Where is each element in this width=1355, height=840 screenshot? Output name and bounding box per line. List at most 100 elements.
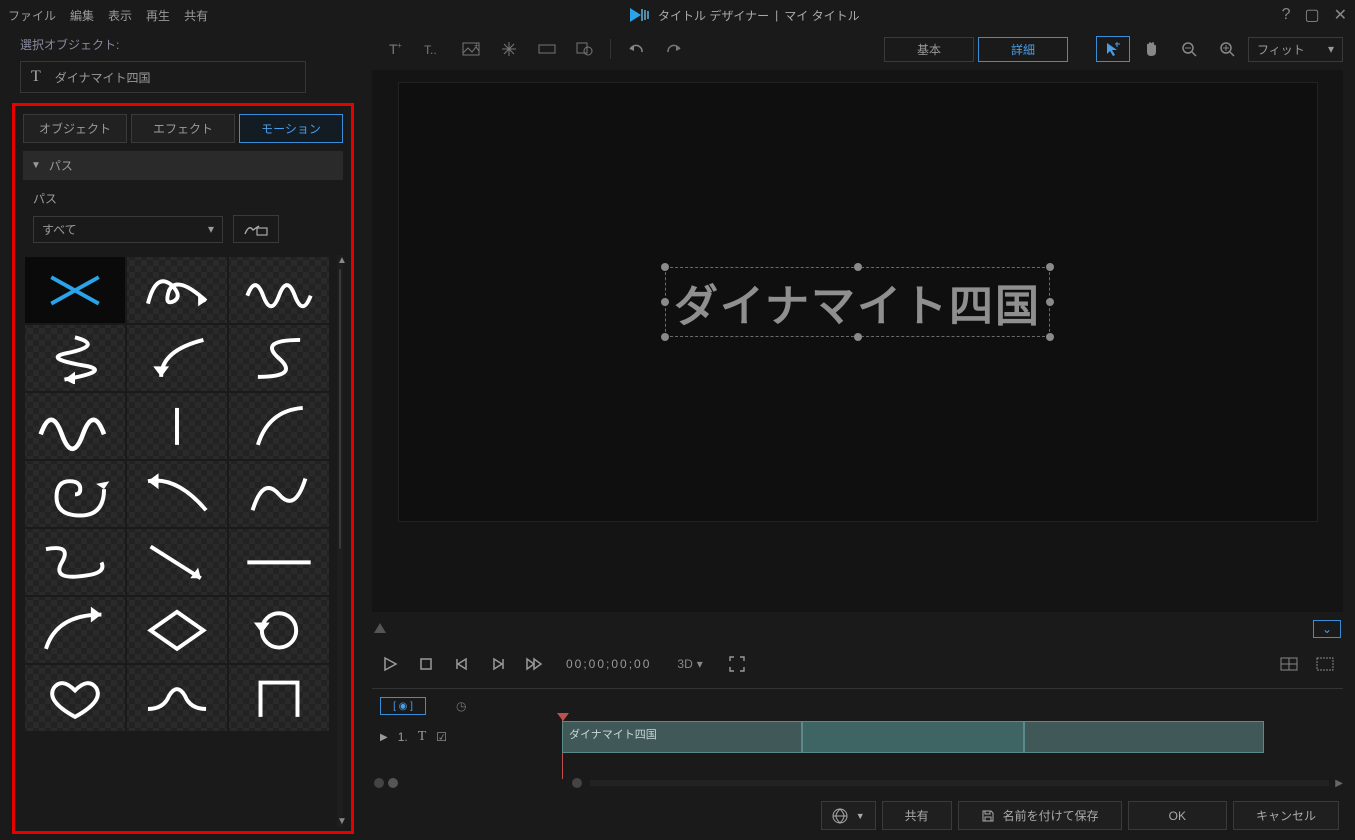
clip-segment-out[interactable] xyxy=(1024,721,1264,753)
insert-backdrop-button[interactable] xyxy=(530,36,564,62)
maximize-icon[interactable]: ▢ xyxy=(1304,5,1319,25)
scroll-down-icon[interactable]: ▼ xyxy=(337,816,343,827)
fast-forward-button[interactable] xyxy=(522,652,546,676)
menu-share[interactable]: 共有 xyxy=(184,7,208,24)
zoom-out-button[interactable] xyxy=(1172,36,1206,62)
help-icon[interactable]: ? xyxy=(1282,6,1291,24)
path-section-header[interactable]: ▼ パス xyxy=(23,151,343,180)
insert-image-button[interactable]: + xyxy=(454,36,488,62)
stop-button[interactable] xyxy=(414,652,438,676)
path-preset-n-curve[interactable] xyxy=(229,461,329,527)
path-preset-zigzag-down[interactable] xyxy=(25,325,125,391)
path-section-title: パス xyxy=(49,157,73,174)
zoom-fit-dropdown[interactable]: フィット ▾ xyxy=(1248,37,1343,62)
path-preset-wave-small[interactable] xyxy=(229,257,329,323)
path-preset-loop-curl[interactable] xyxy=(127,257,227,323)
path-preset-diamond[interactable] xyxy=(127,597,227,663)
timeline-zoom-out-icon[interactable] xyxy=(374,778,384,788)
path-preset-none[interactable] xyxy=(25,257,125,323)
expand-properties-button[interactable]: ⌄ xyxy=(1313,620,1341,638)
menu-edit[interactable]: 編集 xyxy=(70,7,94,24)
path-preset-vertical-line[interactable] xyxy=(127,393,227,459)
grid-toggle-button[interactable] xyxy=(1313,652,1337,676)
path-preset-wave-large[interactable] xyxy=(25,393,125,459)
clock-icon[interactable]: ◷ xyxy=(456,699,466,713)
share-button[interactable]: 共有 xyxy=(882,801,952,830)
resize-handle-sw[interactable] xyxy=(661,333,669,341)
fullscreen-button[interactable] xyxy=(725,652,749,676)
path-filter-dropdown[interactable]: すべて ▾ xyxy=(33,216,223,243)
path-preset-arc-return[interactable] xyxy=(127,325,227,391)
path-preset-s-wave[interactable] xyxy=(25,529,125,595)
canvas-preview[interactable]: ダイナマイト四国 xyxy=(398,82,1318,522)
path-preset-arc-right-arrow[interactable] xyxy=(25,597,125,663)
left-panel: 選択オブジェクト: T ダイナマイト四国 オブジェクト エフェクト モーション … xyxy=(0,30,360,840)
safe-zone-button[interactable] xyxy=(1277,652,1301,676)
path-preset-circle-ccw[interactable] xyxy=(229,597,329,663)
tab-motion[interactable]: モーション xyxy=(239,114,343,143)
resize-handle-se[interactable] xyxy=(1046,333,1054,341)
upload-button[interactable]: ▼ xyxy=(821,801,876,830)
cancel-button[interactable]: キャンセル xyxy=(1233,801,1339,830)
keyframe-mode-button[interactable]: [ ◉ ] xyxy=(380,697,426,715)
selection-dropdown[interactable]: T ダイナマイト四国 xyxy=(20,61,306,93)
path-preset-arc-simple[interactable] xyxy=(229,393,329,459)
path-preset-s-curve[interactable] xyxy=(229,325,329,391)
scroll-thumb[interactable] xyxy=(339,269,341,549)
path-preset-bracket[interactable] xyxy=(229,665,329,731)
prev-frame-button[interactable] xyxy=(450,652,474,676)
resize-handle-w[interactable] xyxy=(661,298,669,306)
save-as-button[interactable]: 名前を付けて保存 xyxy=(958,801,1122,830)
insert-shape-button[interactable] xyxy=(568,36,602,62)
tab-object[interactable]: オブジェクト xyxy=(23,114,127,143)
timeline-horizontal-scroll[interactable]: ▶ xyxy=(372,775,1343,791)
resize-handle-nw[interactable] xyxy=(661,263,669,271)
mode-basic-button[interactable]: 基本 xyxy=(884,37,974,62)
timeline-track[interactable]: ダイナマイト四国 xyxy=(562,719,1343,755)
timeline-zoom-in-icon[interactable] xyxy=(572,778,582,788)
canvas-area[interactable]: ダイナマイト四国 xyxy=(372,70,1343,612)
track-header[interactable]: ▶ 1. T ☑ xyxy=(372,719,562,755)
resize-handle-n[interactable] xyxy=(854,263,862,271)
timeline-zoom-slider-thumb[interactable] xyxy=(388,778,398,788)
clip-segment-in[interactable]: ダイナマイト四国 xyxy=(562,721,802,753)
timecode-display[interactable]: 00;00;00;00 xyxy=(566,657,651,671)
free-draw-path-button[interactable] xyxy=(233,215,279,243)
title-text-object[interactable]: ダイナマイト四国 xyxy=(665,267,1050,337)
track-visibility-checkbox[interactable]: ☑ xyxy=(436,730,447,744)
clip-segment-mid[interactable] xyxy=(802,721,1024,753)
tab-effect[interactable]: エフェクト xyxy=(131,114,235,143)
3d-mode-dropdown[interactable]: 3D ▾ xyxy=(677,652,702,676)
scroll-up-icon[interactable]: ▲ xyxy=(337,255,343,266)
path-preset-diagonal-arrow[interactable] xyxy=(127,529,227,595)
insert-title-button[interactable]: T.. xyxy=(416,36,450,62)
path-preset-horizontal-line[interactable] xyxy=(229,529,329,595)
path-grid-scrollbar[interactable]: ▲ ▼ xyxy=(337,255,343,827)
insert-particle-button[interactable] xyxy=(492,36,526,62)
redo-button[interactable] xyxy=(657,36,691,62)
close-icon[interactable]: ✕ xyxy=(1334,5,1347,25)
menu-play[interactable]: 再生 xyxy=(146,7,170,24)
menu-file[interactable]: ファイル xyxy=(8,7,56,24)
ok-button[interactable]: OK xyxy=(1128,801,1227,830)
play-button[interactable] xyxy=(378,652,402,676)
timeline-scrollbar-track[interactable] xyxy=(590,780,1329,786)
pan-tool-button[interactable] xyxy=(1134,36,1168,62)
track-expand-icon[interactable]: ▶ xyxy=(380,732,388,743)
menu-view[interactable]: 表示 xyxy=(108,7,132,24)
path-preset-heart[interactable] xyxy=(25,665,125,731)
position-marker-icon[interactable] xyxy=(374,623,386,633)
move-tool-button[interactable] xyxy=(1096,36,1130,62)
mode-detail-button[interactable]: 詳細 xyxy=(978,37,1068,62)
undo-button[interactable] xyxy=(619,36,653,62)
timeline-scroll-right-icon[interactable]: ▶ xyxy=(1335,778,1343,789)
path-preset-spiral[interactable] xyxy=(25,461,125,527)
path-preset-arc-left-arrow[interactable] xyxy=(127,461,227,527)
resize-handle-e[interactable] xyxy=(1046,298,1054,306)
path-preset-bump[interactable] xyxy=(127,665,227,731)
resize-handle-ne[interactable] xyxy=(1046,263,1054,271)
next-frame-button[interactable] xyxy=(486,652,510,676)
insert-text-button[interactable]: T+ xyxy=(378,36,412,62)
resize-handle-s[interactable] xyxy=(854,333,862,341)
zoom-in-button[interactable] xyxy=(1210,36,1244,62)
